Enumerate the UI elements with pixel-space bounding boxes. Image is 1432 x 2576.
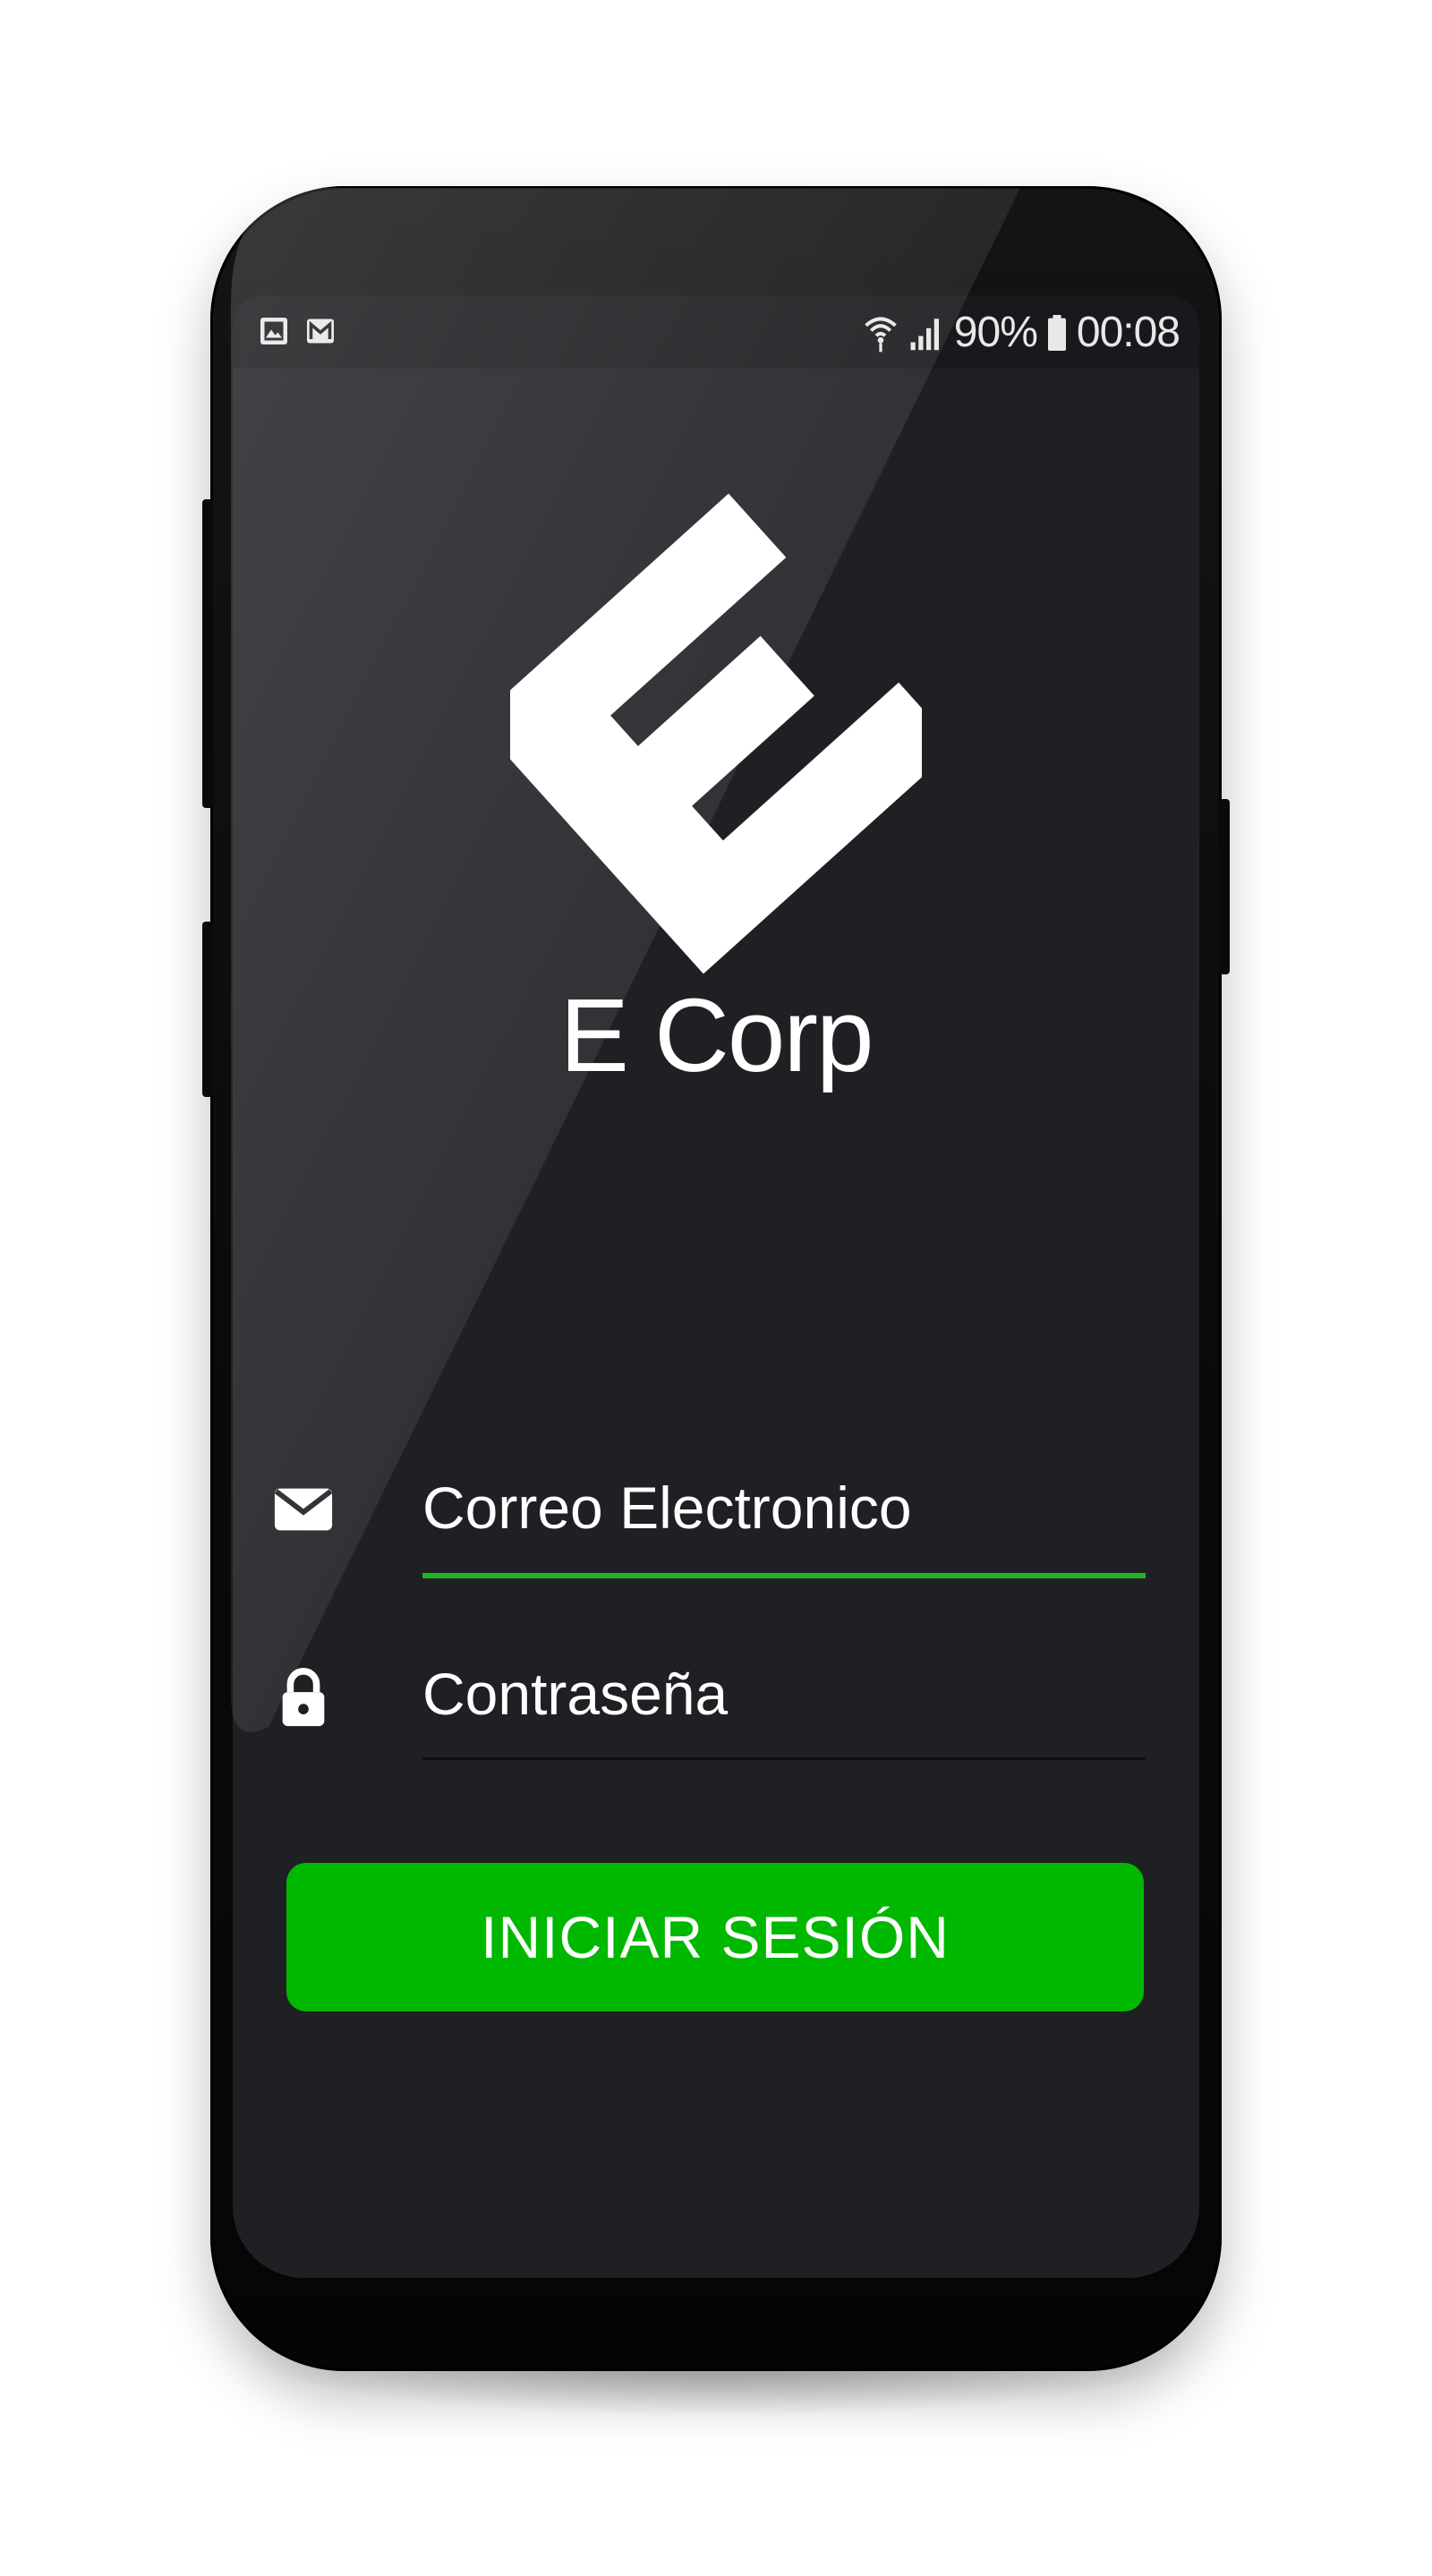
brand-title: E Corp (559, 977, 874, 1093)
gmail-icon (307, 319, 334, 344)
gallery-icon (260, 318, 287, 344)
battery-percent: 90% (953, 309, 1038, 356)
battery-icon (1047, 314, 1066, 351)
wifi-icon (865, 316, 897, 352)
signal-icon (910, 318, 939, 350)
email-field[interactable] (422, 1467, 1146, 1548)
email-underline (422, 1573, 1146, 1578)
clock: 00:08 (1076, 309, 1181, 356)
power-button (1219, 799, 1230, 974)
app-screen: 90% 00:08 E Corp Correo Electronico INIC… (233, 295, 1199, 2278)
e-corp-logo-icon (510, 493, 922, 974)
mockup-stage: 90% 00:08 E Corp Correo Electronico INIC… (0, 0, 1432, 2576)
password-row (233, 1654, 1199, 1779)
volume-up-button (202, 499, 213, 808)
login-button[interactable]: INICIAR SESIÓN (286, 1863, 1144, 2011)
email-row (233, 1467, 1199, 1593)
password-field[interactable] (422, 1654, 1146, 1734)
notification-icons (258, 315, 337, 347)
system-status: 90% 00:08 (863, 308, 1181, 357)
password-underline (422, 1757, 1146, 1760)
mail-icon (274, 1488, 333, 1531)
volume-down-button (202, 922, 213, 1097)
status-bar: 90% 00:08 (233, 295, 1199, 369)
lock-icon (282, 1668, 325, 1727)
